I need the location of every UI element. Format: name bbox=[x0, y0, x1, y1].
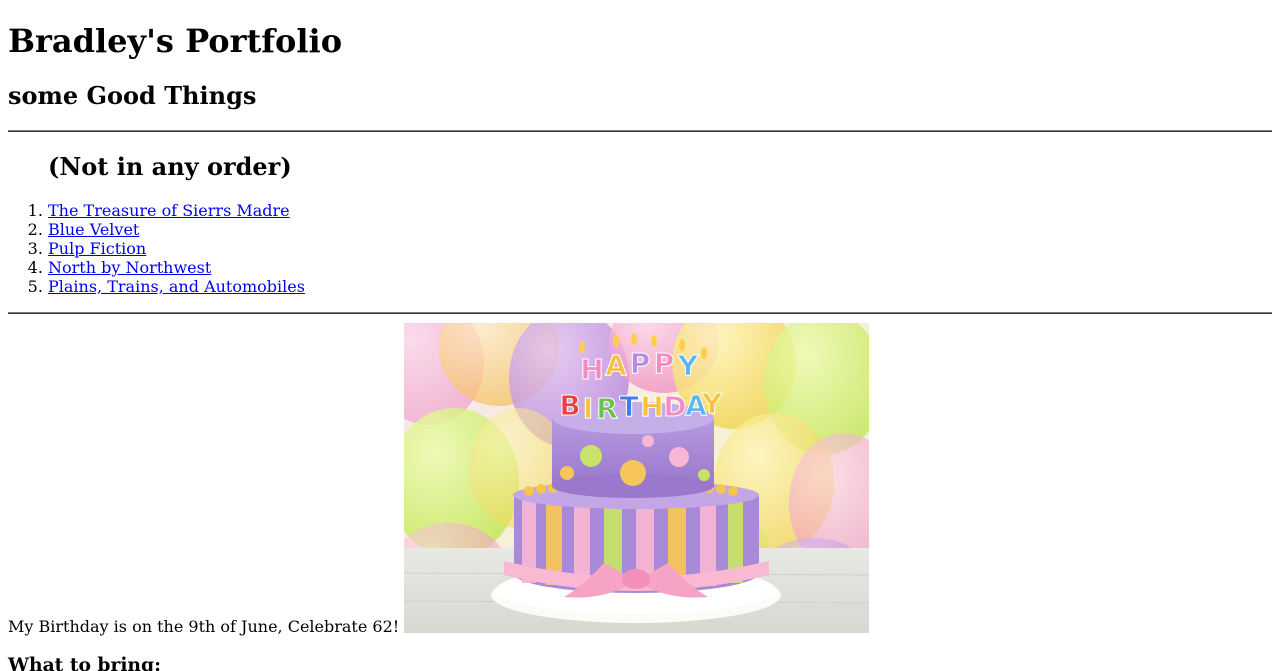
movie-link-blue-velvet[interactable]: Blue Velvet bbox=[48, 220, 139, 239]
page-title: Bradley's Portfolio bbox=[8, 22, 343, 60]
candle-letter: P bbox=[630, 347, 651, 380]
candle-letter: H bbox=[580, 353, 603, 386]
candle-letter: P bbox=[654, 347, 675, 380]
list-item: The Treasure of Sierrs Madre bbox=[48, 201, 305, 220]
horizontal-rule-top bbox=[8, 130, 1272, 132]
movie-link-pulp-fiction[interactable]: Pulp Fiction bbox=[48, 239, 146, 258]
list-item: North by Northwest bbox=[48, 258, 305, 277]
list-item: Pulp Fiction bbox=[48, 239, 305, 258]
candle-letter: B bbox=[559, 389, 580, 422]
candle-letter: T bbox=[619, 390, 638, 423]
movie-link-treasure-of-sierra-madre[interactable]: The Treasure of Sierrs Madre bbox=[48, 201, 290, 220]
birthday-text: My Birthday is on the 9th of June, Celeb… bbox=[8, 617, 400, 636]
what-to-bring-heading: What to bring: bbox=[8, 654, 161, 671]
page-subtitle: some Good Things bbox=[8, 81, 257, 110]
candle-letter: H bbox=[640, 390, 663, 423]
list-item: Plains, Trains, and Automobiles bbox=[48, 277, 305, 296]
movie-link-north-by-northwest[interactable]: North by Northwest bbox=[48, 258, 211, 277]
candle-letter: Y bbox=[677, 349, 699, 382]
candle-letter: R bbox=[596, 392, 618, 425]
candle-letter: Y bbox=[701, 387, 723, 420]
candle-letter: A bbox=[605, 349, 627, 382]
favorite-movies-list: The Treasure of Sierrs Madre Blue Velvet… bbox=[8, 201, 305, 296]
horizontal-rule-bottom bbox=[8, 312, 1272, 314]
birthday-cake-image: H A P P Y B I R T H D A Y bbox=[404, 323, 869, 633]
list-heading: (Not in any order) bbox=[48, 152, 292, 181]
movie-link-plains-trains-automobiles[interactable]: Plains, Trains, and Automobiles bbox=[48, 277, 305, 296]
list-item: Blue Velvet bbox=[48, 220, 305, 239]
candle-letter: D bbox=[663, 390, 686, 423]
candle-letter: I bbox=[583, 392, 593, 425]
